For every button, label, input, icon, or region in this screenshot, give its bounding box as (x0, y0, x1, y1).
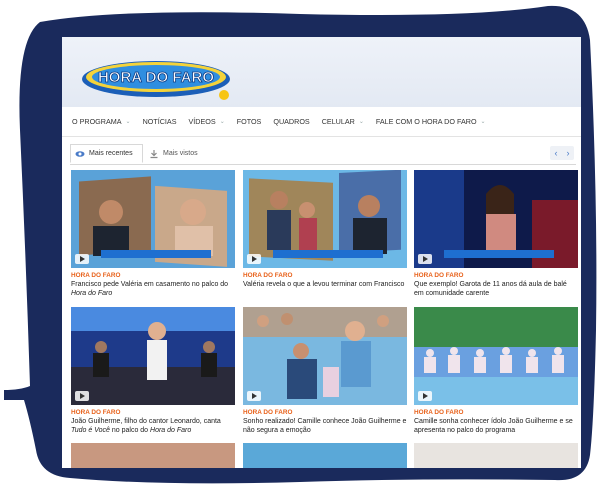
video-thumbnail[interactable] (414, 307, 578, 405)
card-category: HORA DO FARO (414, 409, 464, 416)
video-thumbnail[interactable] (414, 170, 578, 268)
chevron-down-icon: ⌄ (125, 119, 131, 125)
play-icon[interactable] (247, 254, 261, 264)
main-nav: O PROGRAMA ⌄ NOTÍCIAS VÍDEOS ⌄ FOTOS QUADR… (62, 107, 581, 137)
card-category: HORA DO FARO (243, 272, 293, 279)
browser-screen: HORA DO FARO O PROGRAMA ⌄ NOTÍCIAS VÍDEOS… (62, 37, 581, 468)
site-header: HORA DO FARO (62, 37, 581, 107)
card-title[interactable]: Sonho realizado! Camille conhece João Gu… (243, 418, 407, 435)
nav-noticias[interactable]: NOTÍCIAS (143, 117, 177, 126)
chevron-down-icon: ⌄ (358, 119, 364, 125)
chevron-left-icon[interactable]: ‹ (555, 148, 558, 158)
card-title[interactable]: Camille sonha conhecer ídolo João Guilhe… (414, 418, 578, 435)
card-title[interactable]: João Guilherme, filho do cantor Leonardo… (71, 418, 235, 435)
logo-text: HORA DO FARO (98, 69, 214, 86)
video-thumbnail[interactable] (414, 443, 578, 468)
download-icon (150, 149, 158, 158)
card-category: HORA DO FARO (414, 272, 464, 279)
nav-celular[interactable]: CELULAR ⌄ (322, 117, 364, 126)
card-category: HORA DO FARO (243, 409, 293, 416)
nav-o-programa[interactable]: O PROGRAMA ⌄ (72, 117, 131, 126)
video-thumbnail[interactable] (71, 307, 235, 405)
chevron-right-icon[interactable]: › (567, 148, 570, 158)
card-category: HORA DO FARO (71, 409, 121, 416)
tab-mais-recentes[interactable]: Mais recentes (70, 144, 143, 163)
video-card[interactable]: HORA DO FARO Que exemplo! Garota de 11 a… (414, 170, 578, 298)
carousel-arrows: ‹ › (550, 146, 574, 160)
video-thumbnail[interactable] (71, 170, 235, 268)
play-icon[interactable] (75, 254, 89, 264)
video-card[interactable]: HORA DO FARO Camille sonha conhecer ídol… (414, 307, 578, 435)
nav-quadros[interactable]: QUADROS (273, 117, 309, 126)
card-title[interactable]: Valéria revela o que a levou terminar co… (243, 281, 407, 290)
play-icon[interactable] (247, 391, 261, 401)
video-tabs: Mais recentes Mais vistos ‹ › (70, 144, 576, 165)
video-thumbnail[interactable] (71, 443, 235, 468)
card-category: HORA DO FARO (71, 272, 121, 279)
video-thumbnail[interactable] (243, 443, 407, 468)
video-card[interactable]: HORA DO FARO Valéria revela o que a levo… (243, 170, 407, 290)
video-thumbnail[interactable] (243, 170, 407, 268)
nav-fale-com[interactable]: FALE COM O HORA DO FARO ⌄ (376, 117, 486, 126)
video-card[interactable]: HORA DO FARO Sonho realizado! Camille co… (243, 307, 407, 435)
card-title[interactable]: Que exemplo! Garota de 11 anos dá aula d… (414, 281, 578, 298)
nav-fotos[interactable]: FOTOS (237, 117, 262, 126)
play-icon[interactable] (418, 391, 432, 401)
nav-videos[interactable]: VÍDEOS ⌄ (189, 117, 225, 126)
hora-do-faro-logo[interactable]: HORA DO FARO (76, 51, 236, 103)
chevron-down-icon: ⌄ (480, 119, 486, 125)
video-thumbnail[interactable] (243, 307, 407, 405)
card-title[interactable]: Francisco pede Valéria em casamento no p… (71, 281, 235, 298)
play-icon[interactable] (75, 391, 89, 401)
video-card[interactable]: HORA DO FARO João Guilherme, filho do ca… (71, 307, 235, 435)
video-card[interactable]: HORA DO FARO Francisco pede Valéria em c… (71, 170, 235, 298)
eye-icon (75, 150, 85, 157)
tab-mais-vistos[interactable]: Mais vistos (143, 144, 203, 163)
play-icon[interactable] (418, 254, 432, 264)
chevron-down-icon: ⌄ (219, 119, 225, 125)
